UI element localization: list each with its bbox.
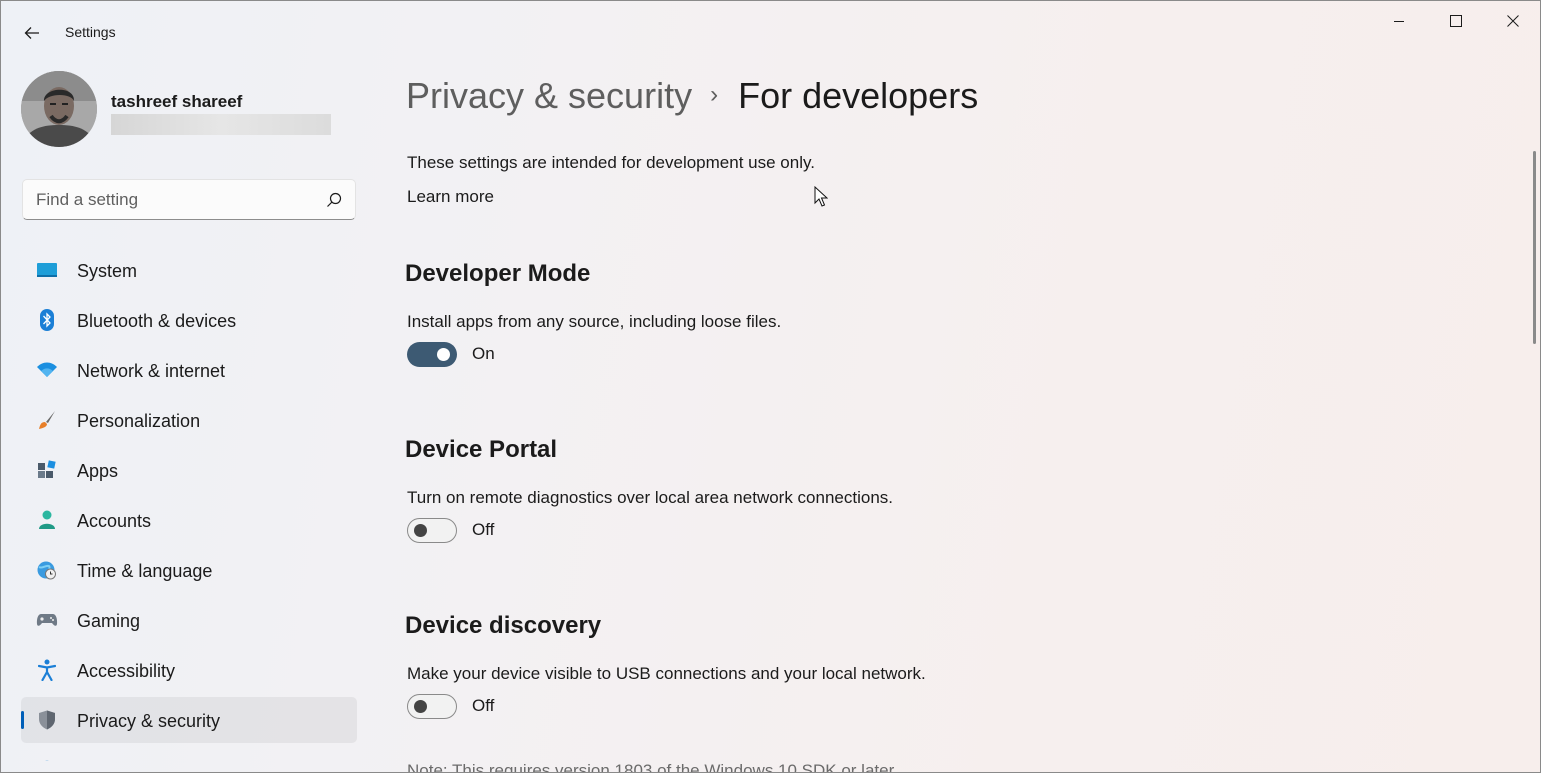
sidebar-item-label: Bluetooth & devices <box>77 311 237 331</box>
user-email-redacted <box>111 114 331 135</box>
close-button[interactable] <box>1484 1 1540 41</box>
sidebar-item-accessibility[interactable]: Accessibility <box>21 647 357 693</box>
section-title: Developer Mode <box>405 260 591 287</box>
system-icon <box>36 260 58 280</box>
wifi-icon <box>36 360 58 380</box>
learn-more-link[interactable]: Learn more <box>407 187 494 207</box>
intro-text: These settings are intended for developm… <box>407 153 815 172</box>
close-icon <box>1506 15 1519 27</box>
sidebar-item-label: Apps <box>77 461 119 481</box>
sidebar-item-label: Privacy & security <box>77 711 221 731</box>
page-title: For developers <box>738 75 979 116</box>
shield-icon <box>36 710 58 730</box>
title-bar: Settings <box>1 1 1540 63</box>
back-button[interactable] <box>15 17 49 49</box>
selection-indicator <box>21 711 24 729</box>
sidebar-item-privacy-security[interactable]: Privacy & security <box>21 697 357 743</box>
sidebar-item-label: Network & internet <box>77 361 226 381</box>
search-box[interactable] <box>22 179 356 220</box>
breadcrumb: Privacy & security › For developers <box>406 75 978 117</box>
device-discovery-section: Device discovery Make your device visibl… <box>405 612 926 719</box>
bluetooth-icon <box>36 309 58 331</box>
brush-icon <box>36 410 58 430</box>
accessibility-icon <box>36 659 58 681</box>
maximize-icon <box>1449 15 1462 27</box>
globe-clock-icon <box>36 560 58 580</box>
avatar <box>21 71 97 147</box>
breadcrumb-parent-link[interactable]: Privacy & security <box>406 75 692 116</box>
vertical-scrollbar[interactable] <box>1533 151 1536 344</box>
toggle-state-label: On <box>472 344 495 363</box>
section-title: Device discovery <box>405 612 602 639</box>
sidebar-item-label: Time & language <box>77 561 213 581</box>
accounts-icon <box>36 510 58 530</box>
sidebar-item-system[interactable]: System <box>21 247 357 293</box>
section-description: Turn on remote diagnostics over local ar… <box>407 488 894 507</box>
app-title: Settings <box>65 24 116 40</box>
sidebar-item-gaming[interactable]: Gaming <box>21 597 357 643</box>
avatar-photo <box>21 71 97 147</box>
sidebar-item-label: Accessibility <box>77 661 176 681</box>
sidebar-item-windows-update[interactable] <box>21 747 357 761</box>
sidebar-item-personalization[interactable]: Personalization <box>21 397 357 443</box>
sidebar-nav: System Bluetooth & devices Network & int… <box>21 247 357 765</box>
sdk-note: Note: This requires version 1803 of the … <box>407 761 899 773</box>
sidebar-item-accounts[interactable]: Accounts <box>21 497 357 543</box>
section-description: Install apps from any source, including … <box>407 312 782 331</box>
sidebar-item-bluetooth[interactable]: Bluetooth & devices <box>21 297 357 343</box>
search-input[interactable] <box>36 189 316 211</box>
sidebar-item-label: Accounts <box>77 511 152 531</box>
toggle-state-label: Off <box>472 696 495 715</box>
back-arrow-icon <box>24 27 39 39</box>
chevron-right-icon: › <box>710 81 719 108</box>
mouse-cursor-icon <box>814 186 828 207</box>
toggle-knob <box>414 700 427 713</box>
section-description: Make your device visible to USB connecti… <box>407 664 926 683</box>
section-title: Device Portal <box>405 436 558 463</box>
toggle-state-label: Off <box>472 520 495 539</box>
sidebar-item-label: Gaming <box>77 611 141 631</box>
sidebar-item-network[interactable]: Network & internet <box>21 347 357 393</box>
device-discovery-toggle[interactable] <box>407 694 457 719</box>
user-name: tashreef shareef <box>111 92 243 111</box>
sidebar-item-apps[interactable]: Apps <box>21 447 357 493</box>
apps-icon <box>36 460 58 480</box>
sidebar-item-label: Personalization <box>77 411 201 431</box>
minimize-button[interactable] <box>1370 1 1427 41</box>
toggle-knob <box>414 524 427 537</box>
developer-mode-section: Developer Mode Install apps from any sou… <box>405 260 781 367</box>
developer-mode-toggle[interactable] <box>407 342 457 367</box>
sidebar-item-time-language[interactable]: Time & language <box>21 547 357 593</box>
minimize-icon <box>1393 21 1404 22</box>
toggle-knob <box>437 348 450 361</box>
search-icon[interactable] <box>325 191 343 209</box>
maximize-button[interactable] <box>1427 1 1484 41</box>
settings-window: Settings tashreef shareef Find a setting… <box>0 0 1541 773</box>
sidebar-item-label: System <box>77 261 138 281</box>
gamepad-icon <box>36 610 58 630</box>
update-icon <box>36 760 58 761</box>
device-portal-section: Device Portal Turn on remote diagnostics… <box>405 436 893 543</box>
device-portal-toggle[interactable] <box>407 518 457 543</box>
